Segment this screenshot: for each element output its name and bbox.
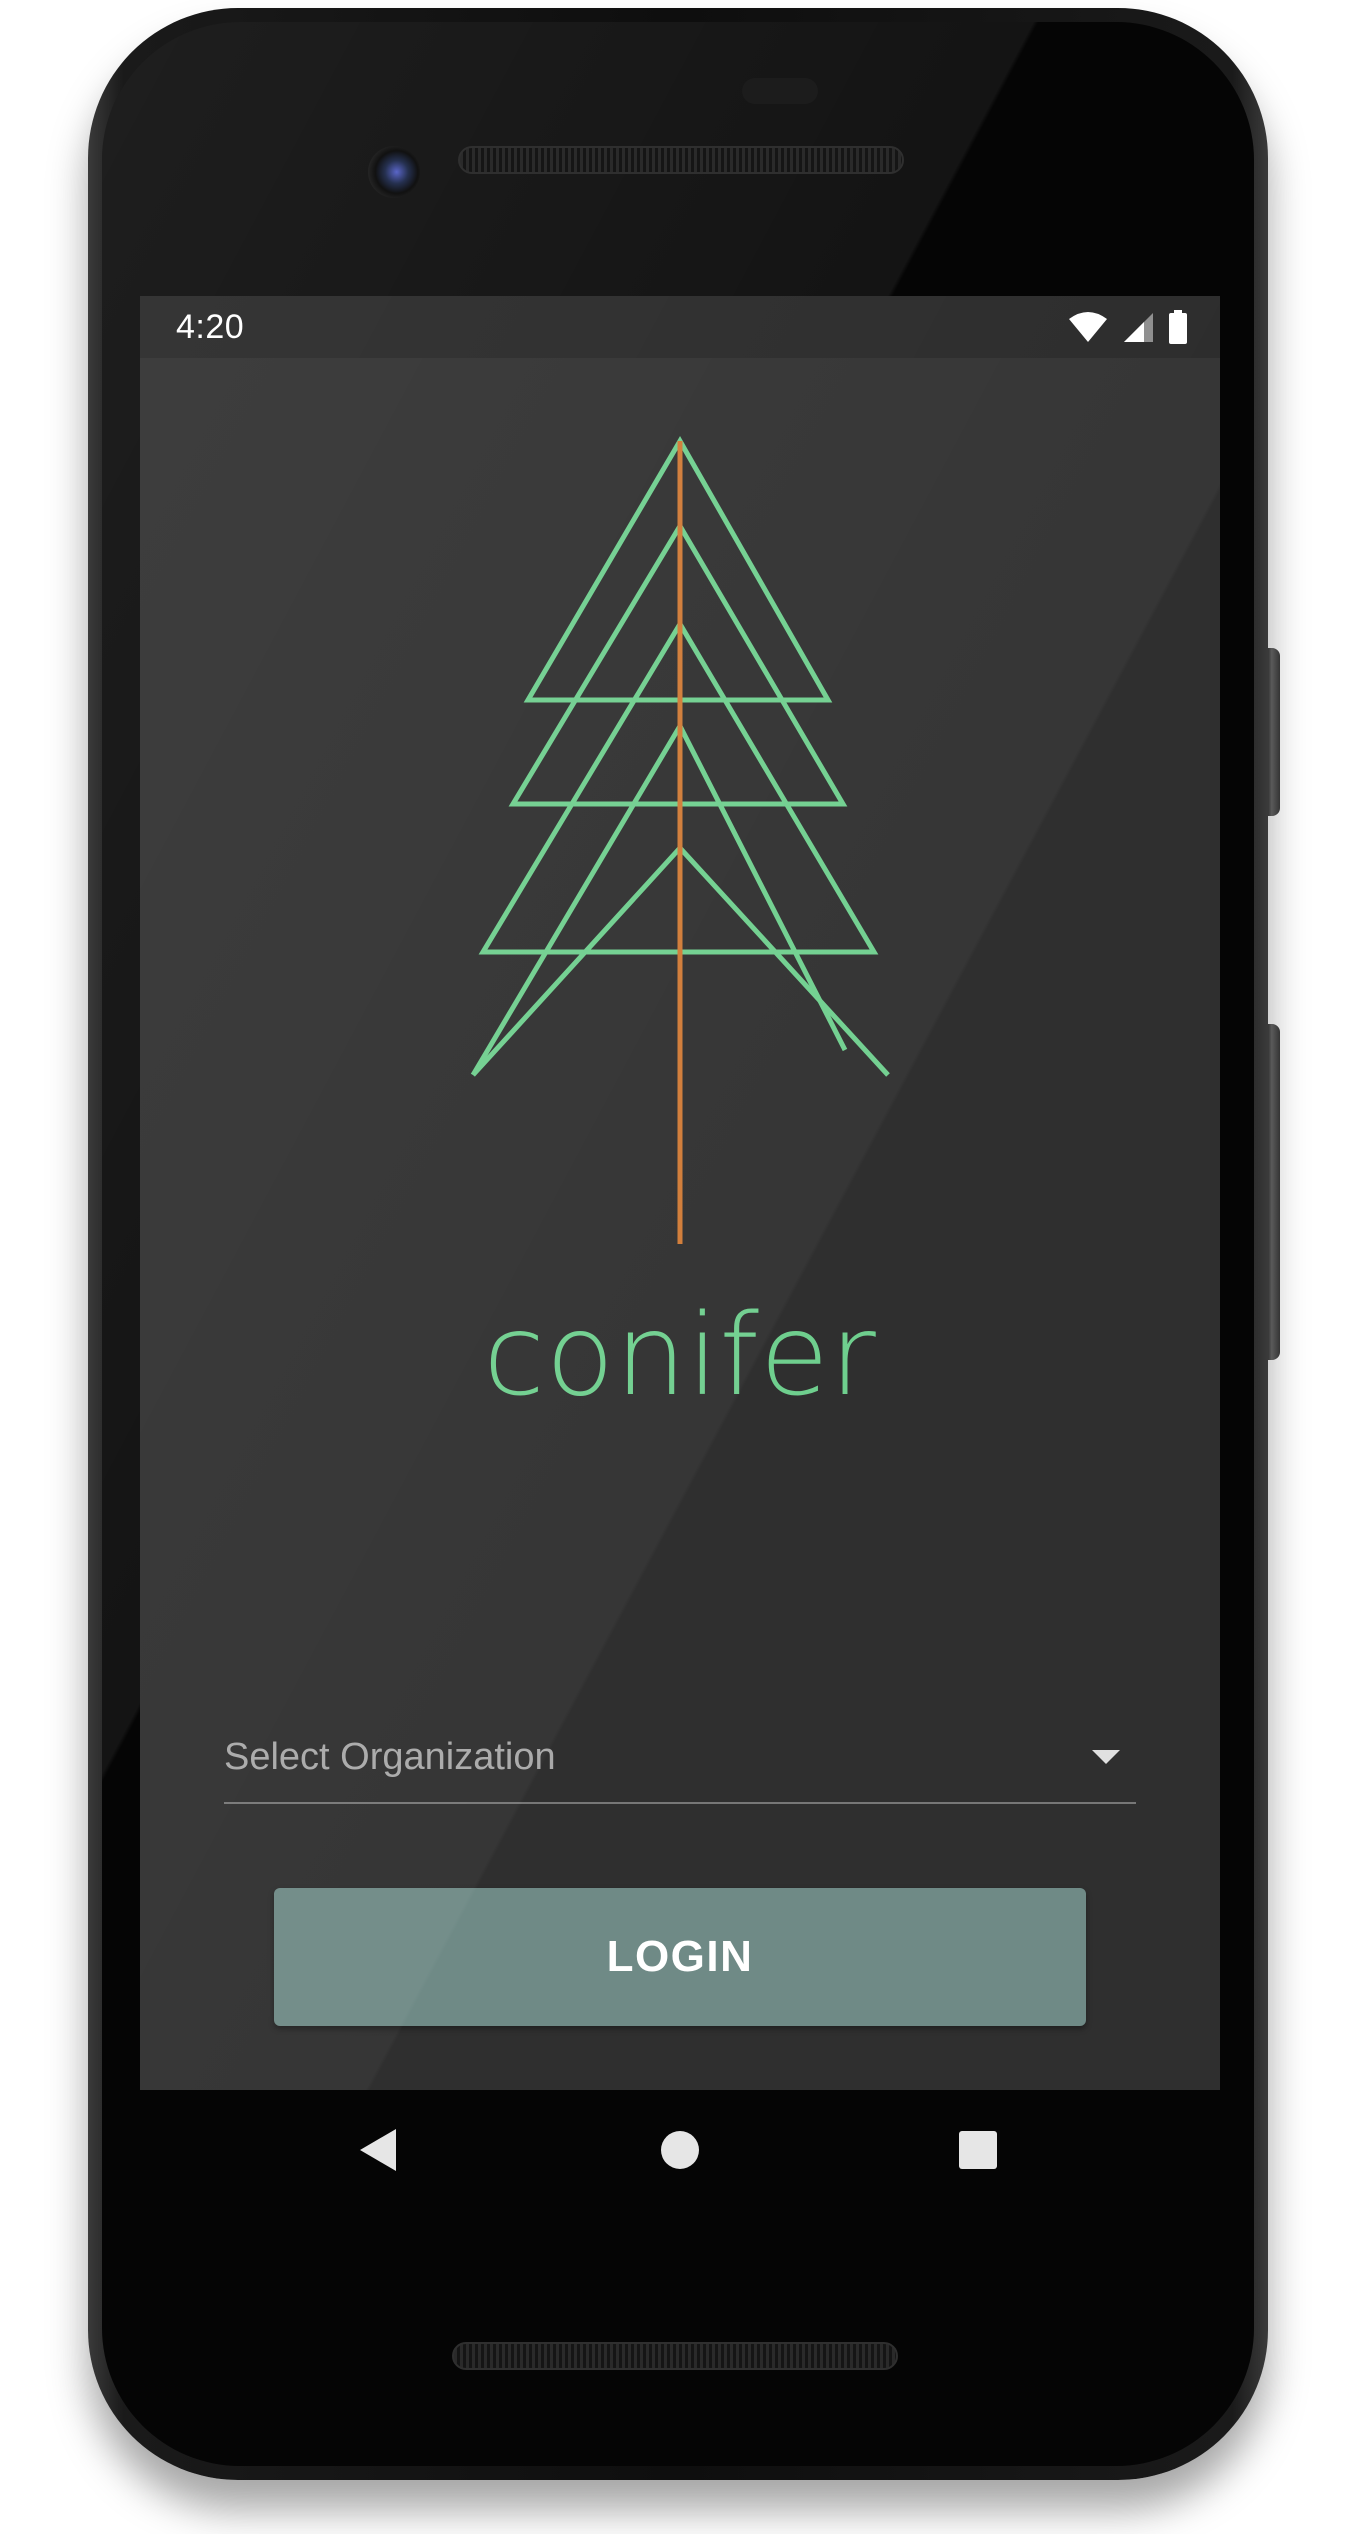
home-icon [661, 2131, 699, 2169]
status-bar: 4:20 [140, 296, 1220, 358]
nav-overview-button[interactable] [948, 2120, 1008, 2180]
wifi-icon [1069, 312, 1107, 342]
conifer-tree-logo [470, 436, 890, 1244]
overview-icon [959, 2131, 997, 2169]
volume-button [1266, 1024, 1280, 1360]
device-frame: 4:20 conifer Select Organization LOGIN [0, 0, 1370, 2534]
top-speaker [458, 146, 904, 174]
app-screen: 4:20 conifer Select Organization LOGIN [140, 296, 1220, 2090]
back-icon [360, 2129, 396, 2171]
status-icons [1068, 308, 1188, 346]
battery-icon [1169, 310, 1187, 344]
cell-signal-icon [1124, 313, 1153, 342]
proximity-sensor [742, 78, 818, 104]
system-nav-bar [140, 2090, 1220, 2216]
bottom-speaker [452, 2342, 898, 2370]
power-button [1266, 648, 1280, 816]
nav-home-button[interactable] [650, 2120, 710, 2180]
front-camera-icon [368, 146, 420, 198]
organization-select-placeholder: Select Organization [224, 1736, 556, 1778]
status-time: 4:20 [176, 308, 245, 346]
dropdown-arrow-icon[interactable] [1092, 1750, 1120, 1764]
nav-back-button[interactable] [348, 2120, 408, 2180]
app-wordmark: conifer [483, 1291, 877, 1421]
login-button[interactable]: LOGIN [274, 1888, 1086, 2026]
organization-select[interactable]: Select Organization [224, 1728, 1136, 1804]
